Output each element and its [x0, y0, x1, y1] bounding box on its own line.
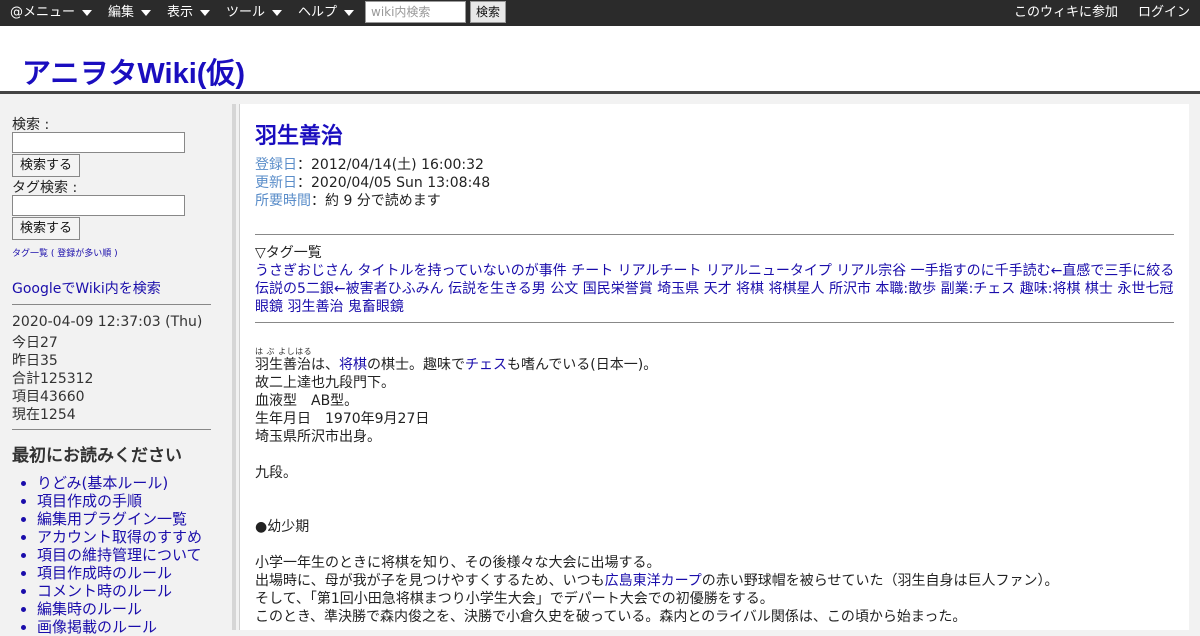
tag-search-label: タグ検索 : — [12, 180, 78, 196]
menu-edit-label: 編集 — [108, 5, 135, 20]
reading-time-value: ：約 9 分で読めます — [311, 193, 441, 209]
tag-search-button[interactable]: 検索する — [12, 217, 80, 240]
stat-datetime: 2020-04-09 12:37:03 (Thu) — [12, 314, 203, 330]
sidebar-search-button[interactable]: 検索する — [12, 154, 80, 177]
site-title[interactable]: アニヲタWiki(仮) — [22, 50, 245, 92]
list-item[interactable]: 項目作成時のルール — [37, 564, 202, 582]
body-line: 九段。 — [255, 465, 297, 481]
tag-links[interactable]: 眼鏡 羽生善治 鬼畜眼鏡 — [255, 296, 1180, 316]
wiki-search-button[interactable]: 検索 — [470, 1, 506, 23]
carp-link[interactable]: 広島東洋カープ — [605, 573, 702, 589]
intro-text: の棋士。趣味で — [367, 357, 465, 373]
list-item[interactable]: コメント時のルール — [37, 582, 202, 600]
page-title[interactable]: 羽生善治 — [255, 118, 343, 150]
body-line: そして、「第1回小田急将棋まつり小学生大会」でデパート大会での初優勝をする。 — [255, 591, 774, 607]
stat-total: 合計125312 — [12, 371, 94, 387]
stat-items: 項目43660 — [12, 389, 85, 405]
chevron-down-icon — [344, 9, 355, 16]
menu-help-label: ヘルプ — [298, 5, 338, 20]
chess-link[interactable]: チェス — [465, 357, 507, 373]
menu-atmenu[interactable]: @メニュー — [10, 0, 93, 26]
menu-view-label: 表示 — [167, 5, 194, 20]
tag-links[interactable]: 伝説の5二銀←被害者ひふみん 伝説を生きる男 公文 国民栄誉賞 埼玉県 天才 将… — [255, 278, 1180, 298]
body-text: の赤い野球帽を被らせていた（羽生自身は巨人ファン）。 — [701, 573, 1059, 589]
updated-label: 更新日 — [255, 175, 297, 191]
tag-search-input[interactable] — [12, 195, 185, 216]
reading-time-label: 所要時間 — [255, 193, 311, 209]
chevron-down-icon — [200, 9, 211, 16]
intro-text: も嗜んでいる(日本一)。 — [507, 357, 658, 373]
body-text: 出場時に、母が我が子を見つけやすくするため、いつも — [255, 573, 605, 589]
chevron-down-icon — [272, 9, 283, 16]
updated-value: ：2020/04/05 Sun 13:08:48 — [297, 175, 491, 191]
registered-label: 登録日 — [255, 157, 297, 173]
search-label: 検索 : — [12, 117, 50, 133]
join-wiki-link[interactable]: このウィキに参加 — [1014, 0, 1118, 26]
tag-list-link[interactable]: タグ一覧 ( 登録が多い順 ) — [12, 246, 118, 259]
menu-edit[interactable]: 編集 — [108, 0, 152, 26]
shogi-link[interactable]: 将棋 — [339, 357, 367, 373]
registered-value: ：2012/04/14(土) 16:00:32 — [297, 157, 484, 173]
body-line: 小学一年生のときに将棋を知り、その後様々な大会に出場する。 — [255, 555, 661, 571]
list-item[interactable]: アカウント取得のすすめ — [37, 528, 202, 546]
list-item[interactable]: 編集用プラグイン一覧 — [37, 510, 202, 528]
article-content: 羽生善治 登録日：2012/04/14(土) 16:00:32 更新日：2020… — [239, 104, 1189, 630]
reading-time: 所要時間：約 9 分で読めます — [255, 190, 441, 210]
tag-links[interactable]: うさぎおじさん タイトルを持っていないのが事件 チート リアルチート リアルニュ… — [255, 260, 1180, 280]
read-first-list: りどみ(基本ルール) 項目作成の手順 編集用プラグイン一覧 アカウント取得のすす… — [0, 474, 202, 636]
wiki-search-input[interactable] — [365, 1, 466, 23]
read-first-title: 最初にお読みください — [12, 446, 182, 466]
stat-today: 今日27 — [12, 335, 58, 351]
stat-yesterday: 昨日35 — [12, 353, 58, 369]
divider — [255, 234, 1174, 235]
body-line: 生年月日 1970年9月27日 — [255, 411, 430, 427]
sidebar-divider — [12, 429, 211, 430]
list-item[interactable]: 項目作成の手順 — [37, 492, 202, 510]
updated-date: 更新日：2020/04/05 Sun 13:08:48 — [255, 172, 490, 192]
list-item[interactable]: 項目の維持管理について — [37, 546, 202, 564]
section-heading: ●幼少期 — [255, 519, 310, 535]
body-line: 故二上達也九段門下。 — [255, 375, 395, 391]
column-divider — [232, 104, 236, 630]
list-item[interactable]: りどみ(基本ルール) — [37, 474, 202, 492]
menu-help[interactable]: ヘルプ — [298, 0, 355, 26]
menu-atmenu-label: @メニュー — [10, 5, 76, 20]
body-line: このとき、準決勝で森内俊之を、決勝で小倉久史を破っている。森内とのライバル関係は… — [255, 609, 967, 625]
stat-now: 現在1254 — [12, 407, 76, 423]
menu-view[interactable]: 表示 — [167, 0, 211, 26]
menu-tools[interactable]: ツール — [226, 0, 283, 26]
google-search-link[interactable]: GoogleでWiki内を検索 — [12, 278, 161, 298]
list-item[interactable]: 画像掲載のルール — [37, 618, 202, 636]
site-header: アニヲタWiki(仮) — [0, 26, 1200, 94]
sidebar: 検索 : 検索する タグ検索 : 検索する タグ一覧 ( 登録が多い順 ) Go… — [0, 104, 232, 636]
chevron-down-icon — [141, 9, 152, 16]
menu-tools-label: ツール — [226, 5, 266, 20]
list-item[interactable]: 編集時のルール — [37, 600, 202, 618]
chevron-down-icon — [82, 9, 93, 16]
tag-list-toggle[interactable]: ▽タグ一覧 — [255, 242, 322, 262]
sidebar-search-input[interactable] — [12, 132, 185, 153]
body-line: 血液型 AB型。 — [255, 393, 359, 409]
body-line: 埼玉県所沢市出身。 — [255, 429, 381, 445]
intro-line: 羽生善治は、将棋の棋士。趣味でチェスも嗜んでいる(日本一)。 — [255, 354, 657, 374]
body-line: 出場時に、母が我が子を見つけやすくするため、いつも広島東洋カープの赤い野球帽を被… — [255, 570, 1058, 590]
divider — [255, 322, 1174, 323]
registered-date: 登録日：2012/04/14(土) 16:00:32 — [255, 154, 484, 174]
intro-text: 羽生善治は、 — [255, 357, 339, 373]
login-link[interactable]: ログイン — [1138, 0, 1190, 26]
top-menu-bar: @メニュー 編集 表示 ツール ヘルプ 検索 このウィキに参加 ログイン — [0, 0, 1200, 26]
sidebar-divider — [12, 304, 211, 305]
